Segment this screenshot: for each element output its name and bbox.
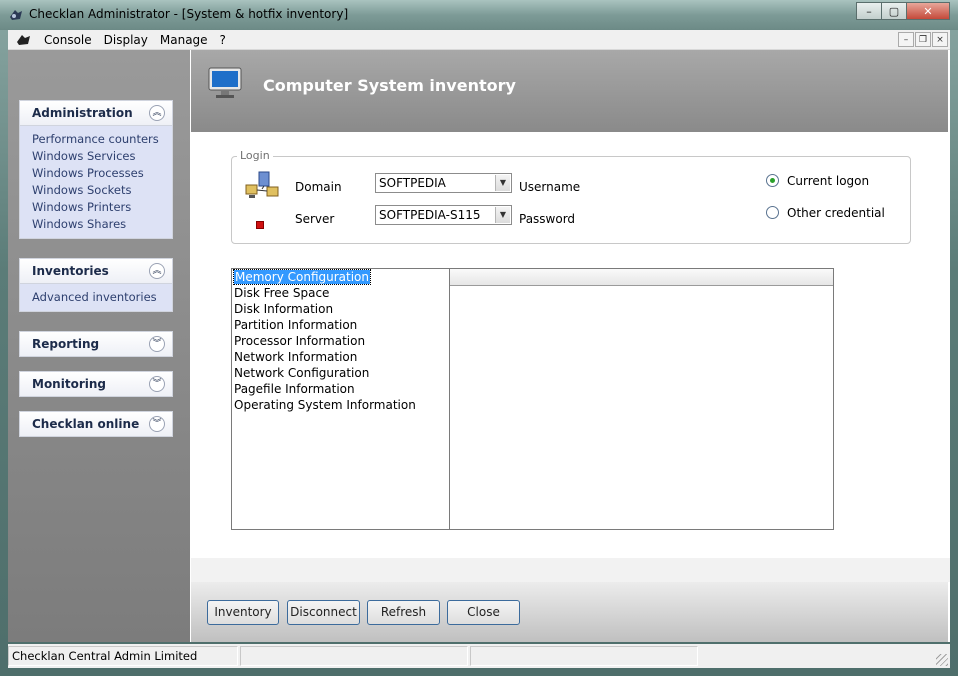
list-item[interactable]: Operating System Information bbox=[232, 397, 449, 413]
panel-administration: Administration ︽ Performance counters Wi… bbox=[19, 100, 173, 239]
status-cell-2 bbox=[240, 646, 468, 666]
mdi-close-button[interactable]: × bbox=[932, 32, 948, 47]
link-windows-services[interactable]: Windows Services bbox=[32, 148, 172, 165]
server-value: SOFTPEDIA-S115 bbox=[379, 208, 481, 222]
sidebar: Administration ︽ Performance counters Wi… bbox=[8, 50, 190, 642]
radio-current-logon[interactable] bbox=[766, 174, 779, 187]
domain-label: Domain bbox=[295, 180, 342, 194]
monitor-icon bbox=[208, 67, 242, 98]
username-label: Username bbox=[519, 180, 581, 194]
close-button[interactable]: Close bbox=[447, 600, 520, 625]
radio-current-logon-label: Current logon bbox=[787, 174, 870, 188]
panel-reporting: Reporting ︾ bbox=[19, 331, 173, 357]
password-label: Password bbox=[519, 212, 576, 226]
list-item[interactable]: Disk Free Space bbox=[232, 285, 449, 301]
app-icon bbox=[10, 10, 22, 20]
chevron-down-icon[interactable]: ︾ bbox=[149, 416, 165, 432]
list-item[interactable]: Pagefile Information bbox=[232, 381, 449, 397]
panel-checklan-online-header[interactable]: Checklan online ︾ bbox=[19, 411, 173, 437]
main-strip bbox=[191, 558, 950, 582]
panel-monitoring: Monitoring ︾ bbox=[19, 371, 173, 397]
radio-other-credential[interactable] bbox=[766, 206, 779, 219]
dropdown-arrow-icon[interactable]: ▼ bbox=[495, 207, 510, 223]
domain-select[interactable]: SOFTPEDIA ▼ bbox=[375, 173, 512, 193]
main-header: Computer System inventory bbox=[191, 50, 948, 132]
panel-reporting-header[interactable]: Reporting ︾ bbox=[19, 331, 173, 357]
panel-body: Advanced inventories bbox=[19, 284, 173, 312]
panel-title: Inventories bbox=[32, 264, 109, 278]
panel-inventories-header[interactable]: Inventories ︽ bbox=[19, 258, 173, 284]
list-item[interactable]: Network Configuration bbox=[232, 365, 449, 381]
mdi-restore-button[interactable]: ❐ bbox=[915, 32, 931, 47]
network-icon bbox=[245, 171, 279, 198]
chevron-down-icon[interactable]: ︾ bbox=[149, 376, 165, 392]
client-area: Administration ︽ Performance counters Wi… bbox=[8, 50, 950, 642]
panel-checklan-online: Checklan online ︾ bbox=[19, 411, 173, 437]
list-item[interactable]: Partition Information bbox=[232, 317, 449, 333]
menu-items: Console Display Manage ? bbox=[38, 32, 232, 48]
panel-title: Reporting bbox=[32, 337, 100, 351]
window-controls: – ▢ ✕ bbox=[856, 2, 950, 20]
inventory-button[interactable]: Inventory bbox=[207, 600, 279, 625]
server-select[interactable]: SOFTPEDIA-S115 ▼ bbox=[375, 205, 512, 225]
disconnect-button[interactable]: Disconnect bbox=[287, 600, 360, 625]
detail-grid-header[interactable] bbox=[450, 269, 833, 286]
close-window-button[interactable]: ✕ bbox=[906, 2, 950, 20]
login-group: Login Domain SOFTPEDIA ▼ Username Server bbox=[231, 149, 911, 244]
minimize-button[interactable]: – bbox=[856, 2, 882, 20]
status-bar: Checklan Central Admin Limited bbox=[8, 644, 950, 668]
list-item[interactable]: Memory Configuration bbox=[232, 269, 449, 285]
status-cell-3 bbox=[470, 646, 698, 666]
panel-title: Checklan online bbox=[32, 417, 140, 431]
panel-title: Administration bbox=[32, 106, 133, 120]
login-legend: Login bbox=[237, 149, 273, 162]
mdi-controls: – ❐ × bbox=[898, 32, 948, 47]
detail-grid[interactable] bbox=[449, 268, 834, 530]
status-dot-icon bbox=[256, 221, 264, 229]
mdi-minimize-button[interactable]: – bbox=[898, 32, 914, 47]
menu-bar: Console Display Manage ? – ❐ × bbox=[8, 30, 950, 50]
panel-monitoring-header[interactable]: Monitoring ︾ bbox=[19, 371, 173, 397]
list-item-label: Memory Configuration bbox=[233, 269, 371, 285]
chevron-up-icon[interactable]: ︽ bbox=[149, 263, 165, 279]
domain-value: SOFTPEDIA bbox=[379, 176, 446, 190]
refresh-button[interactable]: Refresh bbox=[367, 600, 440, 625]
panel-title: Monitoring bbox=[32, 377, 106, 391]
chevron-up-icon[interactable]: ︽ bbox=[149, 105, 165, 121]
inventory-listbox[interactable]: Memory Configuration Disk Free Space Dis… bbox=[231, 268, 450, 530]
app-window: Checklan Administrator - [System & hotfi… bbox=[0, 0, 958, 676]
menu-display[interactable]: Display bbox=[98, 32, 154, 48]
menu-console-icon[interactable] bbox=[16, 32, 32, 48]
chevron-down-icon[interactable]: ︾ bbox=[149, 336, 165, 352]
list-item[interactable]: Processor Information bbox=[232, 333, 449, 349]
link-windows-processes[interactable]: Windows Processes bbox=[32, 165, 172, 182]
link-performance-counters[interactable]: Performance counters bbox=[32, 131, 172, 148]
link-windows-printers[interactable]: Windows Printers bbox=[32, 199, 172, 216]
window-title: Checklan Administrator - [System & hotfi… bbox=[29, 7, 349, 21]
menu-manage[interactable]: Manage bbox=[154, 32, 214, 48]
menu-console[interactable]: Console bbox=[38, 32, 98, 48]
maximize-button[interactable]: ▢ bbox=[881, 2, 907, 20]
link-windows-sockets[interactable]: Windows Sockets bbox=[32, 182, 172, 199]
link-advanced-inventories[interactable]: Advanced inventories bbox=[32, 289, 172, 306]
list-item[interactable]: Disk Information bbox=[232, 301, 449, 317]
dropdown-arrow-icon[interactable]: ▼ bbox=[495, 175, 510, 191]
page-title: Computer System inventory bbox=[263, 76, 516, 95]
link-windows-shares[interactable]: Windows Shares bbox=[32, 216, 172, 233]
button-bar: Inventory Disconnect Refresh Close bbox=[191, 582, 948, 642]
main-content: Computer System inventory Login Domain S… bbox=[191, 50, 950, 642]
radio-other-credential-label: Other credential bbox=[787, 206, 885, 220]
status-cell-product: Checklan Central Admin Limited bbox=[8, 646, 238, 666]
list-item[interactable]: Network Information bbox=[232, 349, 449, 365]
title-bar[interactable]: Checklan Administrator - [System & hotfi… bbox=[0, 0, 958, 30]
panel-body: Performance counters Windows Services Wi… bbox=[19, 126, 173, 239]
server-label: Server bbox=[295, 212, 335, 226]
menu-help[interactable]: ? bbox=[214, 32, 232, 48]
resize-grip-icon[interactable] bbox=[936, 654, 948, 666]
panel-administration-header[interactable]: Administration ︽ bbox=[19, 100, 173, 126]
panel-inventories: Inventories ︽ Advanced inventories bbox=[19, 258, 173, 312]
